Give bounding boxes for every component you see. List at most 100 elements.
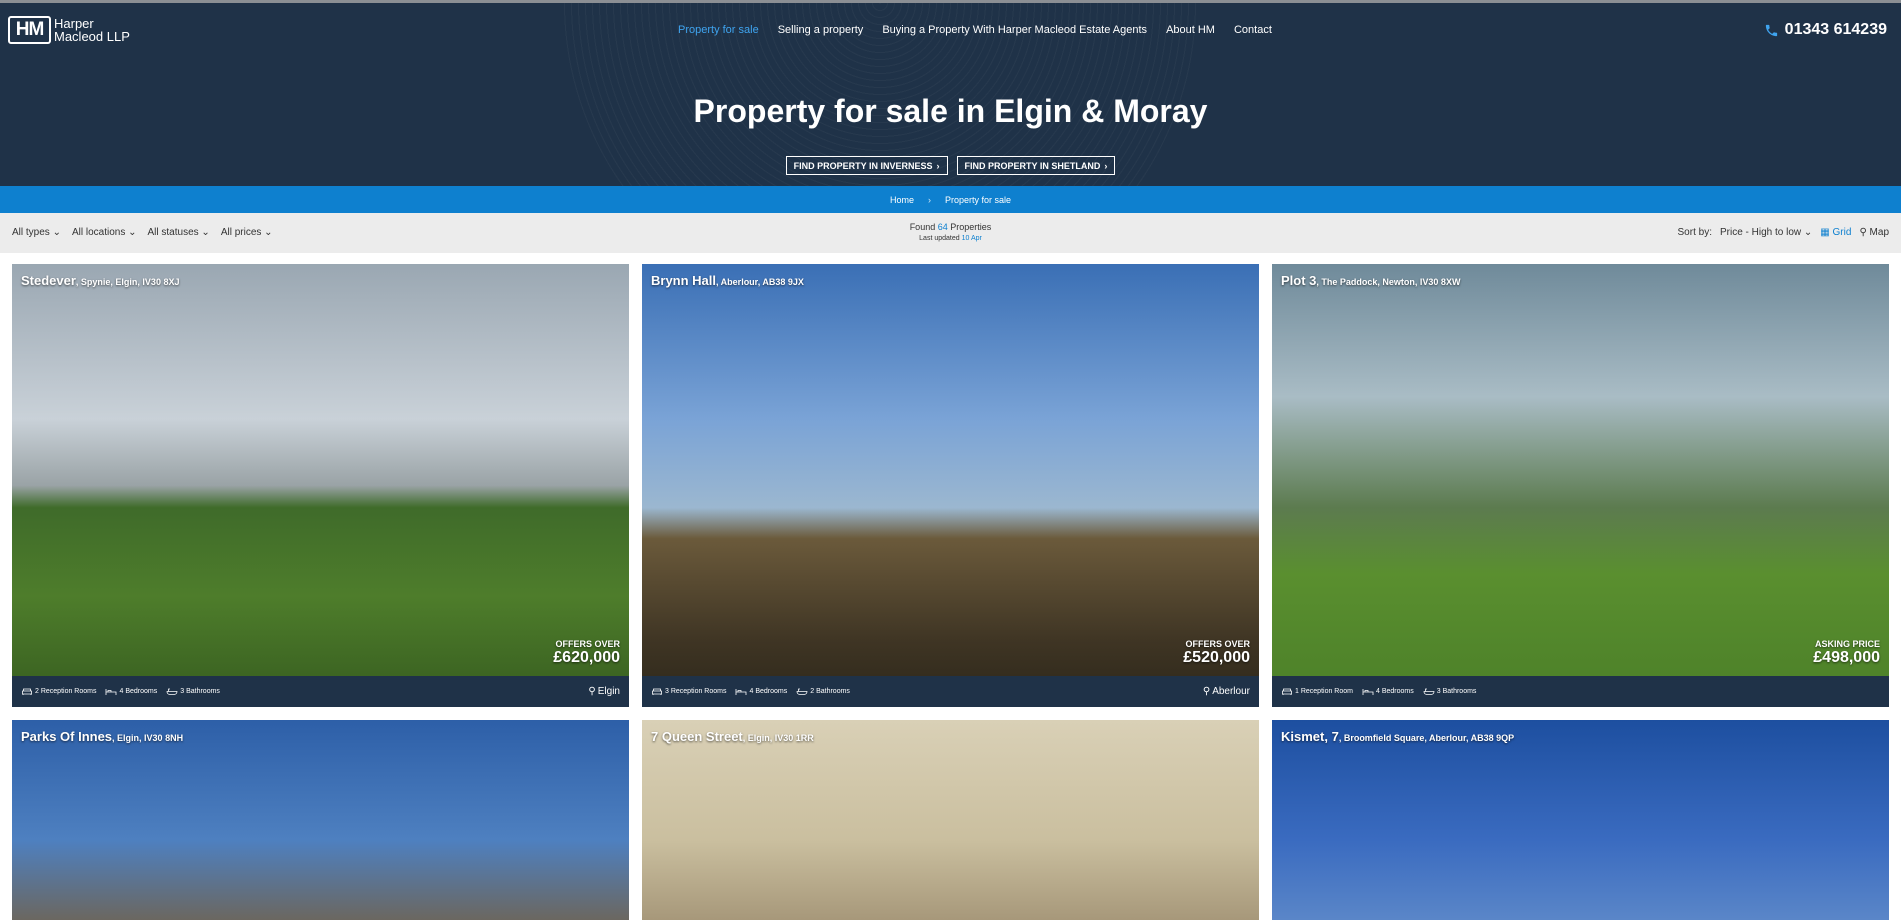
bathroom-text: 3 Bathrooms bbox=[180, 688, 220, 695]
nav-property-for-sale[interactable]: Property for sale bbox=[678, 24, 759, 36]
chevron-right-icon: › bbox=[936, 160, 940, 171]
listing-location: ⚲ Elgin bbox=[588, 686, 620, 697]
bathroom-feature: 2 Bathrooms bbox=[796, 687, 850, 696]
map-pin-icon: ⚲ bbox=[1859, 227, 1867, 238]
bedroom-text: 4 Bedrooms bbox=[749, 688, 788, 695]
find-shetland-button[interactable]: FIND PROPERTY IN SHETLAND › bbox=[956, 156, 1116, 175]
breadcrumb: Home › Property for sale bbox=[0, 186, 1901, 213]
results-count: 64 bbox=[937, 222, 948, 232]
chevron-right-icon: › bbox=[1104, 160, 1108, 171]
nav-buying[interactable]: Buying a Property With Harper Macleod Es… bbox=[882, 24, 1147, 36]
listing-card[interactable]: Brynn Hall, Aberlour, AB38 9JX OFFERS OV… bbox=[642, 264, 1259, 707]
listing-title: Parks Of Innes, Elgin, IV30 8NH bbox=[21, 729, 183, 744]
listing-title: 7 Queen Street, Elgin, IV30 1RR bbox=[651, 729, 814, 744]
bathroom-feature: 3 Bathrooms bbox=[166, 687, 220, 696]
bedroom-text: 4 Bedrooms bbox=[119, 688, 158, 695]
reception-text: 1 Reception Room bbox=[1295, 688, 1353, 695]
logo-text: Harper Macleod LLP bbox=[54, 17, 130, 43]
listing-address: , Elgin, IV30 1RR bbox=[742, 733, 814, 743]
chevron-down-icon: ⌄ bbox=[1803, 227, 1813, 238]
bathroom-text: 2 Bathrooms bbox=[810, 688, 850, 695]
listing-name: Stedever bbox=[21, 273, 76, 288]
listing-grid: Stedever, Spynie, Elgin, IV30 8XJ OFFERS… bbox=[12, 264, 1889, 920]
listing-card[interactable]: Plot 3, The Paddock, Newton, IV30 8XW AS… bbox=[1272, 264, 1889, 707]
results-suffix: Properties bbox=[950, 222, 992, 232]
find-inverness-button[interactable]: FIND PROPERTY IN INVERNESS › bbox=[785, 156, 948, 175]
listing-name: Kismet, 7 bbox=[1281, 729, 1339, 744]
hero-buttons: FIND PROPERTY IN INVERNESS › FIND PROPER… bbox=[0, 156, 1901, 175]
listing-price: ASKING PRICE £498,000 bbox=[1813, 639, 1880, 667]
listing-name: Parks Of Innes bbox=[21, 729, 113, 744]
nav-about[interactable]: About HM bbox=[1166, 24, 1215, 36]
results-prefix: Found bbox=[909, 222, 936, 232]
last-updated-label: Last updated bbox=[919, 235, 960, 242]
price-amount: £520,000 bbox=[1183, 649, 1250, 666]
price-amount: £498,000 bbox=[1813, 649, 1880, 666]
logo-mark: HM bbox=[8, 16, 51, 44]
bedroom-feature: 4 Bedrooms bbox=[1362, 687, 1414, 696]
location-text: Aberlour bbox=[1212, 686, 1250, 697]
bathroom-feature: 3 Bathrooms bbox=[1423, 687, 1477, 696]
results-summary: Found 64 Properties Last updated 10 Apr bbox=[0, 222, 1901, 242]
listing-card[interactable]: Parks Of Innes, Elgin, IV30 8NH bbox=[12, 720, 629, 920]
brand-logo[interactable]: HM Harper Macleod LLP bbox=[8, 16, 130, 44]
reception-text: 2 Reception Rooms bbox=[35, 688, 97, 695]
listing-features: 3 Reception Rooms 4 Bedrooms 2 Bathrooms… bbox=[642, 676, 1259, 707]
grid-icon: ▦ bbox=[1820, 227, 1830, 238]
bedroom-feature: 4 Bedrooms bbox=[735, 687, 787, 696]
phone-number: 01343 614239 bbox=[1784, 21, 1887, 38]
listing-title: Brynn Hall, Aberlour, AB38 9JX bbox=[651, 273, 804, 288]
grid-view-toggle[interactable]: ▦ Grid bbox=[1820, 227, 1851, 238]
last-updated-date: 10 Apr bbox=[961, 235, 982, 242]
property-photo bbox=[642, 264, 1259, 707]
listing-card[interactable]: Kismet, 7, Broomfield Square, Aberlour, … bbox=[1272, 720, 1889, 920]
results-count-line: Found 64 Properties bbox=[0, 222, 1901, 232]
phone-icon bbox=[1765, 24, 1777, 36]
map-view-toggle[interactable]: ⚲ Map bbox=[1859, 227, 1889, 238]
logo-line-2: Macleod LLP bbox=[54, 29, 130, 44]
bathroom-text: 3 Bathrooms bbox=[1436, 688, 1477, 695]
phone-link[interactable]: 01343 614239 bbox=[1764, 21, 1887, 39]
listing-address: , Broomfield Square, Aberlour, AB38 9QP bbox=[1338, 733, 1515, 743]
listing-title: Kismet, 7, Broomfield Square, Aberlour, … bbox=[1281, 729, 1514, 744]
find-shetland-label: FIND PROPERTY IN SHETLAND bbox=[964, 160, 1101, 171]
listing-address: , Aberlour, AB38 9JX bbox=[716, 277, 804, 287]
map-pin-icon: ⚲ bbox=[588, 686, 596, 697]
sort-select[interactable]: Price - High to low ⌄ bbox=[1720, 227, 1812, 238]
sofa-icon bbox=[652, 688, 662, 695]
listing-address: , Elgin, IV30 8NH bbox=[112, 733, 184, 743]
listing-features: 1 Reception Room 4 Bedrooms 3 Bathrooms bbox=[1272, 676, 1889, 707]
nav-selling[interactable]: Selling a property bbox=[778, 24, 864, 36]
sort-value: Price - High to low bbox=[1719, 227, 1802, 238]
listing-card[interactable]: 7 Queen Street, Elgin, IV30 1RR bbox=[642, 720, 1259, 920]
reception-feature: 1 Reception Room bbox=[1281, 687, 1353, 696]
listing-name: Plot 3 bbox=[1281, 273, 1317, 288]
listing-title: Stedever, Spynie, Elgin, IV30 8XJ bbox=[21, 273, 179, 288]
grid-view-label: Grid bbox=[1832, 227, 1852, 238]
sofa-icon bbox=[1282, 688, 1292, 695]
sofa-icon bbox=[22, 688, 32, 695]
listing-address: , The Paddock, Newton, IV30 8XW bbox=[1316, 277, 1461, 287]
price-label: OFFERS OVER bbox=[555, 639, 620, 649]
bedroom-text: 4 Bedrooms bbox=[1375, 688, 1414, 695]
listing-features: 2 Reception Rooms 4 Bedrooms 3 Bathrooms… bbox=[12, 676, 629, 707]
bath-icon bbox=[796, 688, 808, 695]
last-updated: Last updated 10 Apr bbox=[0, 235, 1901, 242]
listing-price: OFFERS OVER £620,000 bbox=[553, 639, 620, 667]
listing-name: 7 Queen Street bbox=[651, 729, 743, 744]
property-photo bbox=[12, 720, 629, 920]
bed-icon bbox=[106, 689, 117, 695]
property-photo bbox=[642, 720, 1259, 920]
bed-icon bbox=[1362, 689, 1374, 695]
sort-controls: Sort by: Price - High to low ⌄ ▦ Grid ⚲ … bbox=[1678, 227, 1889, 238]
bed-icon bbox=[736, 689, 747, 695]
bath-icon bbox=[166, 688, 178, 695]
listing-location: ⚲ Aberlour bbox=[1203, 686, 1250, 697]
breadcrumb-home[interactable]: Home bbox=[890, 195, 914, 205]
page-title: Property for sale in Elgin & Moray bbox=[693, 93, 1208, 129]
map-view-label: Map bbox=[1869, 227, 1889, 238]
reception-feature: 3 Reception Rooms bbox=[651, 687, 726, 696]
nav-contact[interactable]: Contact bbox=[1234, 24, 1272, 36]
listing-card[interactable]: Stedever, Spynie, Elgin, IV30 8XJ OFFERS… bbox=[12, 264, 629, 707]
bath-icon bbox=[1423, 688, 1435, 695]
